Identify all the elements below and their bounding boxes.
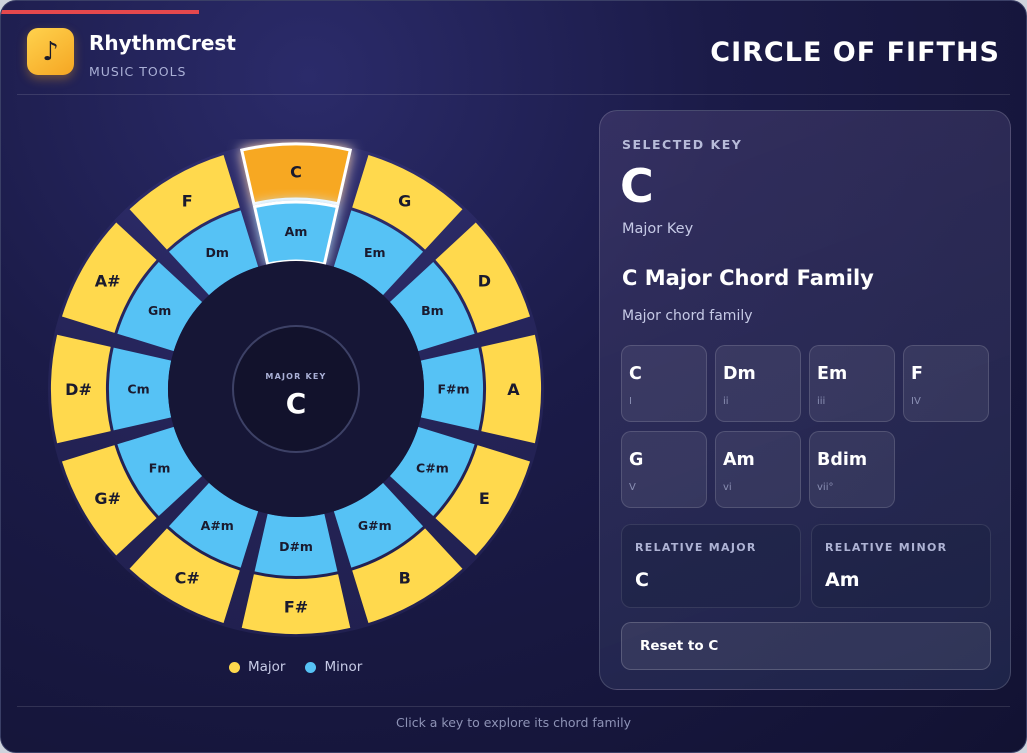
minor-dot-icon [305,661,317,673]
chord-numeral: vi [723,482,732,493]
music-note-icon: ♪ [27,28,74,75]
chord-card[interactable]: Em iii [809,345,895,422]
brand-name: RhythmCrest [89,31,236,55]
footer-hint: Click a key to explore its chord family [396,715,631,730]
selected-key-label: SELECTED KEY [622,137,743,152]
major-dot-icon [229,661,240,673]
major-key-label: D [478,271,491,290]
relative-minor-card: RELATIVE MINOR Am [811,524,991,608]
major-key-label: C# [175,568,200,587]
major-key-label: F# [284,598,308,617]
chord-numeral: V [629,482,636,493]
relative-minor-label: RELATIVE MINOR [825,541,948,554]
major-key-label: B [399,568,411,587]
chord-card[interactable]: C I [621,345,707,422]
legend-minor: Minor [305,659,362,675]
chord-name: C [629,364,642,384]
major-key-label: A [507,380,520,399]
major-key-label: A# [95,271,121,290]
header-divider [17,94,1010,95]
chord-numeral: I [629,396,632,407]
minor-key-label: Em [364,245,386,260]
minor-key-label: C#m [416,460,449,475]
selected-key-panel: SELECTED KEY C Major Key C Major Chord F… [599,110,1011,690]
page-title: CIRCLE OF FIFTHS [710,37,1000,68]
selected-key: C [620,159,654,213]
chord-card[interactable]: G V [621,431,707,508]
chord-family-subtitle: Major chord family [622,308,753,324]
chord-numeral: iii [817,396,826,407]
chord-name: G [629,450,644,470]
center-key: C [286,387,307,420]
legend-minor-label: Minor [324,659,363,675]
minor-key-label: Cm [127,382,149,397]
chord-name: Dm [723,364,756,384]
chord-numeral: IV [911,396,921,407]
major-key-label: F [182,192,193,211]
minor-key-label: Am [285,224,308,239]
chord-numeral: ii [723,396,729,407]
legend-major-label: Major [248,659,286,675]
brand-subtitle: MUSIC TOOLS [89,64,187,79]
minor-key-label: F#m [437,382,469,397]
relative-major-card: RELATIVE MAJOR C [621,524,801,608]
app-window: ♪ RhythmCrest MUSIC TOOLS CIRCLE OF FIFT… [0,0,1027,753]
chord-card[interactable]: Am vi [715,431,801,508]
chord-card[interactable]: F IV [903,345,989,422]
chord-name: Em [817,364,848,384]
reset-button[interactable]: Reset to C [621,622,991,670]
major-key-label: G# [94,489,121,508]
chord-card[interactable]: Dm ii [715,345,801,422]
relative-major-label: RELATIVE MAJOR [635,541,757,554]
major-key-label: E [479,489,490,508]
minor-key-label: G#m [358,518,392,533]
minor-key-label: A#m [201,518,234,533]
chord-family-title: C Major Chord Family [622,266,874,290]
minor-key-label: Fm [149,460,171,475]
minor-key-label: Dm [206,245,229,260]
minor-key-label: D#m [279,539,313,554]
minor-key-label: Bm [421,303,444,318]
chord-numeral: vii° [817,482,834,493]
legend-major: Major [229,659,285,675]
chord-name: Am [723,450,755,470]
major-key-label: C [290,163,302,182]
legend: Major Minor [229,659,362,675]
center-label: MAJOR KEY [265,372,326,381]
relative-major-value: C [635,569,649,591]
relative-minor-value: Am [825,569,860,591]
selected-key-type: Major Key [622,221,694,237]
footer-divider [17,706,1010,707]
chord-name: Bdim [817,450,868,470]
chord-card[interactable]: Bdim vii° [809,431,895,508]
major-key-label: D# [65,380,92,399]
major-key-label: G [398,192,411,211]
chord-name: F [911,364,923,384]
minor-key-label: Gm [148,303,171,318]
circle-of-fifths-wheel: C Am G Em D Bm A F#m E C#m B G#m F# D#m C# A#m G# Fm D# Cm A… [48,141,544,637]
progress-bar [1,10,199,14]
